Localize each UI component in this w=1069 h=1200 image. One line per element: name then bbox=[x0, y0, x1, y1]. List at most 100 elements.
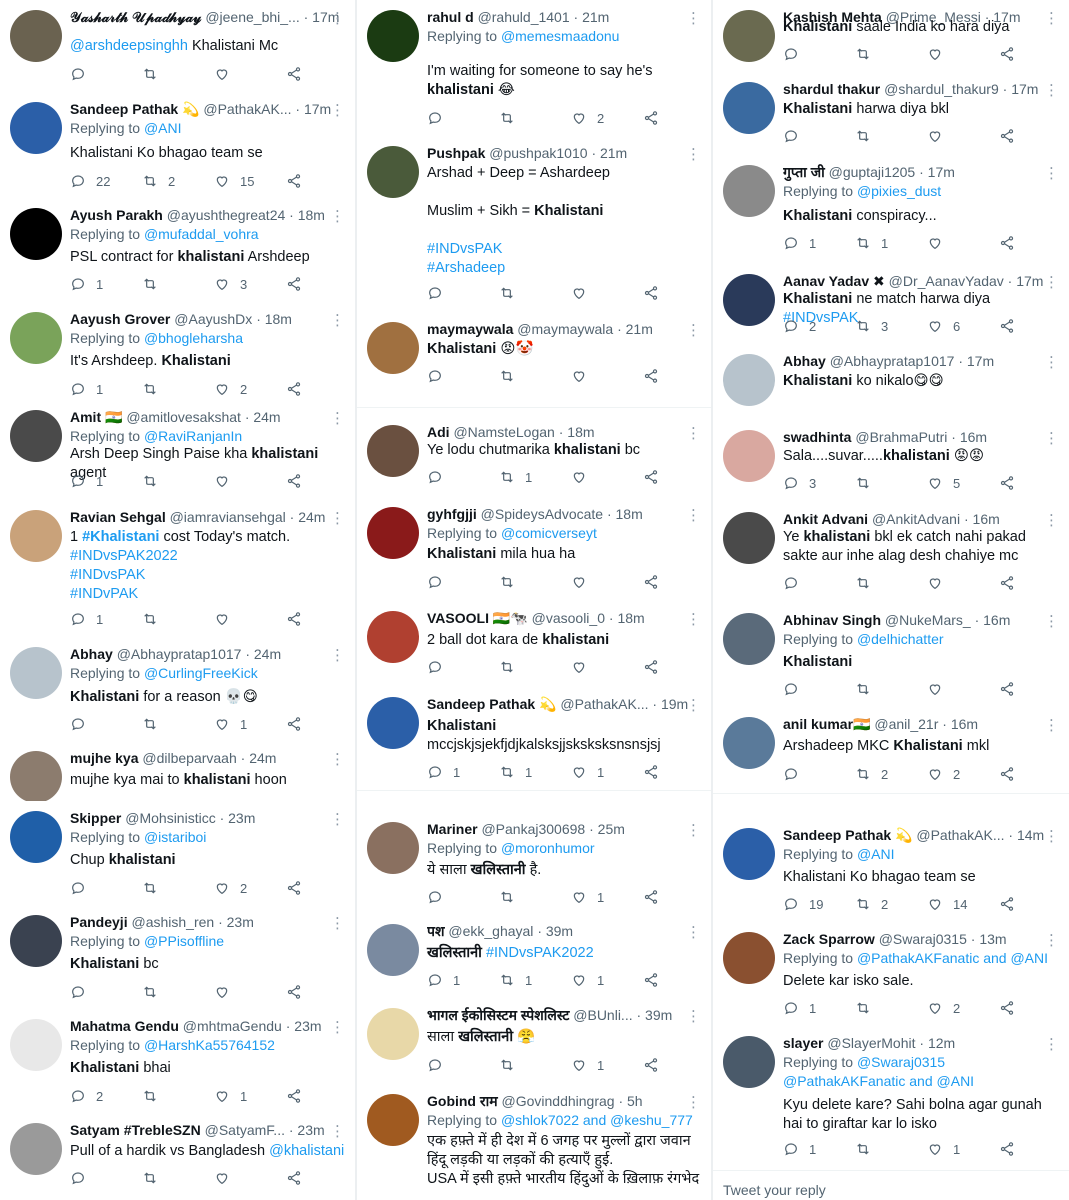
reply-mention[interactable]: @RaviRanjanIn bbox=[144, 428, 242, 444]
retweet-button[interactable] bbox=[499, 573, 571, 591]
share-button[interactable] bbox=[286, 172, 355, 190]
retweet-button[interactable] bbox=[142, 380, 214, 398]
user-handle[interactable]: @amitlovesakshat bbox=[126, 409, 241, 425]
like-button[interactable] bbox=[571, 658, 643, 676]
tweet[interactable]: Adi @NamsteLogan · 18m Ye lodu chutmarika… bbox=[357, 415, 711, 498]
reply-mention[interactable]: @PathakAKFanatic and @ANI bbox=[857, 950, 1048, 966]
reply-button[interactable] bbox=[427, 658, 499, 676]
reply-button[interactable]: 2 bbox=[783, 317, 855, 335]
tweet[interactable]: anil kumar🇮🇳 @anil_21r · 16m Arshadeep MK… bbox=[713, 707, 1069, 794]
share-button[interactable] bbox=[286, 65, 355, 83]
tweet[interactable]: Sandeep Pathak 💫 @PathakAK... · 17m Reply… bbox=[0, 92, 355, 199]
like-button[interactable] bbox=[927, 574, 999, 592]
avatar[interactable] bbox=[367, 322, 419, 374]
display-name[interactable]: VASOOLI 🇮🇳🐄 bbox=[427, 610, 528, 626]
like-button[interactable] bbox=[927, 45, 999, 63]
reply-mention[interactable]: @mufaddal_vohra bbox=[144, 226, 259, 242]
more-options-icon[interactable]: ⋮ bbox=[686, 508, 701, 523]
more-options-icon[interactable]: ⋮ bbox=[330, 411, 345, 426]
share-button[interactable] bbox=[643, 888, 711, 906]
more-options-icon[interactable]: ⋮ bbox=[330, 209, 345, 224]
display-name[interactable]: 𝒴𝒶𝓈𝒽𝒶𝓇𝓉𝒽 𝒰𝓅𝒶𝒹𝒽𝓎𝒶𝓎 bbox=[70, 9, 201, 25]
user-handle[interactable]: @rahuld_1401 bbox=[478, 9, 570, 25]
tweet[interactable]: 𝒴𝒶𝓈𝒽𝒶𝓇𝓉𝒽 𝒰𝓅𝒶𝒹𝒽𝓎𝒶𝓎 @jeene_bhi_... · 17m @a… bbox=[0, 0, 355, 93]
user-handle[interactable]: @iamraviansehgal bbox=[170, 509, 286, 525]
like-button[interactable] bbox=[571, 573, 643, 591]
reply-mention[interactable]: @delhichatter bbox=[857, 631, 944, 647]
reply-button[interactable] bbox=[427, 888, 499, 906]
tweet[interactable]: Sandeep Pathak 💫 @PathakAK... · 19m Khali… bbox=[357, 687, 711, 791]
retweet-button[interactable]: 1 bbox=[499, 763, 571, 781]
reply-mention[interactable]: @comicverseyt bbox=[501, 525, 597, 541]
retweet-button[interactable]: 1 bbox=[855, 234, 927, 252]
display-name[interactable]: Satyam #TrebleSZN bbox=[70, 1122, 201, 1138]
display-name[interactable]: anil kumar🇮🇳 bbox=[783, 716, 870, 732]
share-button[interactable] bbox=[643, 971, 711, 989]
user-handle[interactable]: @mhtmaGendu bbox=[183, 1018, 282, 1034]
reply-button[interactable]: 1 bbox=[783, 1140, 855, 1158]
display-name[interactable]: Abhay bbox=[70, 646, 113, 662]
avatar[interactable] bbox=[367, 822, 419, 874]
avatar[interactable] bbox=[10, 751, 62, 803]
tweet[interactable]: Gobind राम @Govinddhingrag · 5h Replying … bbox=[357, 1084, 711, 1200]
display-name[interactable]: Sandeep Pathak 💫 bbox=[427, 696, 556, 712]
timestamp[interactable]: · 23m bbox=[218, 914, 254, 930]
avatar[interactable] bbox=[367, 10, 419, 62]
like-button[interactable]: 2 bbox=[571, 109, 643, 127]
share-button[interactable] bbox=[643, 367, 711, 385]
timestamp[interactable]: · 18m bbox=[256, 311, 292, 327]
retweet-button[interactable] bbox=[142, 472, 214, 490]
reply-button[interactable] bbox=[783, 127, 855, 145]
tweet[interactable]: Abhinav Singh @NukeMars_ · 16m Replying t… bbox=[713, 603, 1069, 708]
retweet-button[interactable] bbox=[142, 983, 214, 1001]
retweet-button[interactable] bbox=[855, 1140, 927, 1158]
hashtag-link[interactable]: @arshdeepsinghh bbox=[70, 38, 188, 54]
retweet-button[interactable] bbox=[499, 888, 571, 906]
share-button[interactable] bbox=[999, 765, 1069, 783]
tweet[interactable]: swadhinta @BrahmaPutri · 16m Sala....suva… bbox=[713, 420, 1069, 503]
reply-button[interactable]: 3 bbox=[783, 474, 855, 492]
user-handle[interactable]: @BUnli... bbox=[573, 1007, 632, 1023]
like-button[interactable]: 1 bbox=[927, 1140, 999, 1158]
more-options-icon[interactable]: ⋮ bbox=[686, 323, 701, 338]
retweet-button[interactable] bbox=[499, 284, 571, 302]
retweet-button[interactable]: 2 bbox=[855, 765, 927, 783]
tweet[interactable]: Aayush Grover @AayushDx · 18m Replying to… bbox=[0, 302, 355, 401]
reply-mention[interactable]: @ANI bbox=[857, 846, 895, 862]
timestamp[interactable]: · 21m bbox=[617, 321, 653, 337]
more-options-icon[interactable]: ⋮ bbox=[686, 11, 701, 26]
timestamp[interactable]: · 25m bbox=[589, 821, 625, 837]
display-name[interactable]: Adi bbox=[427, 424, 450, 440]
tweet[interactable]: Amit 🇮🇳 @amitlovesakshat · 24m Replying t… bbox=[0, 400, 355, 501]
timestamp[interactable]: · 24m bbox=[245, 646, 281, 662]
hashtag-link[interactable]: #INDvsPAK2022 #INDvsPAK #INDvPAK bbox=[70, 548, 178, 602]
avatar[interactable] bbox=[723, 613, 775, 665]
retweet-button[interactable] bbox=[499, 1056, 571, 1074]
display-name[interactable]: Sandeep Pathak 💫 bbox=[70, 101, 199, 117]
more-options-icon[interactable]: ⋮ bbox=[1044, 614, 1059, 629]
reply-button[interactable] bbox=[427, 468, 499, 486]
reply-button[interactable] bbox=[427, 109, 499, 127]
timestamp[interactable]: · 5h bbox=[618, 1093, 642, 1109]
like-button[interactable]: 1 bbox=[571, 1056, 643, 1074]
share-button[interactable] bbox=[999, 1140, 1069, 1158]
retweet-button[interactable] bbox=[855, 680, 927, 698]
more-options-icon[interactable]: ⋮ bbox=[1044, 83, 1059, 98]
more-options-icon[interactable]: ⋮ bbox=[330, 752, 345, 767]
user-handle[interactable]: @jeene_bhi_... bbox=[205, 9, 299, 25]
timestamp[interactable]: · 16m bbox=[964, 511, 1000, 527]
tweet[interactable]: shardul thakur @shardul_thakur9 · 17m Kha… bbox=[713, 72, 1069, 156]
display-name[interactable]: gyhfgjji bbox=[427, 506, 477, 522]
user-handle[interactable]: @SlayerMohit bbox=[827, 1035, 915, 1051]
tweet[interactable]: gyhfgjji @SpideysAdvocate · 18m Replying … bbox=[357, 497, 711, 602]
more-options-icon[interactable]: ⋮ bbox=[686, 1009, 701, 1024]
user-handle[interactable]: @vasooli_0 bbox=[532, 610, 605, 626]
like-button[interactable]: 3 bbox=[214, 275, 286, 293]
timestamp[interactable]: · 23m bbox=[286, 1018, 322, 1034]
avatar[interactable] bbox=[723, 1036, 775, 1088]
user-handle[interactable]: @NamsteLogan bbox=[453, 424, 554, 440]
timestamp[interactable]: · 18m bbox=[607, 506, 643, 522]
display-name[interactable]: rahul d bbox=[427, 9, 474, 25]
like-button[interactable] bbox=[214, 1169, 286, 1187]
tweet[interactable]: Abhay @Abhaypratap1017 · 24m Replying to … bbox=[0, 637, 355, 742]
